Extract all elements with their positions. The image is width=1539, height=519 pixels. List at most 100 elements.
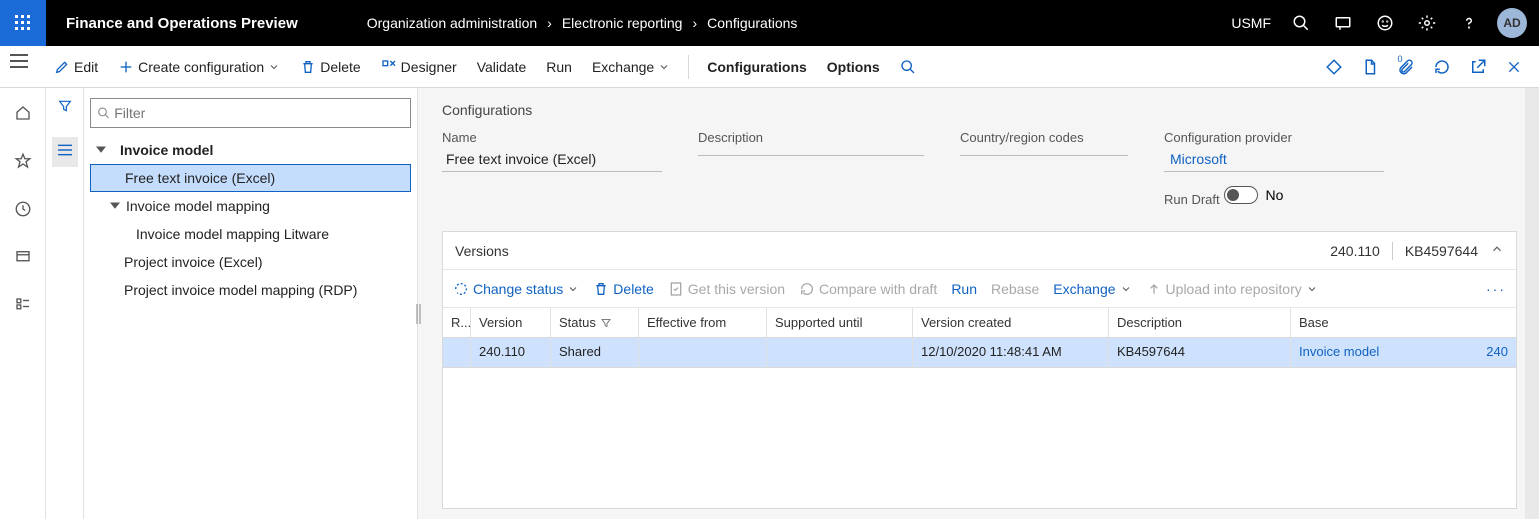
tree-filter-box[interactable] [90,98,411,128]
modules-icon[interactable] [8,290,38,320]
user-avatar[interactable]: AD [1497,8,1527,38]
col-header[interactable]: R... [443,308,471,337]
field-label: Run Draft [1164,192,1220,207]
edit-label: Edit [74,59,98,75]
breadcrumb: Organization administration › Electronic… [367,15,798,31]
breadcrumb-item[interactable]: Electronic reporting [562,15,683,31]
more-icon[interactable]: ··· [1486,281,1506,297]
hamburger-icon[interactable] [10,54,28,71]
workspaces-icon[interactable] [8,242,38,272]
version-delete-button[interactable]: Delete [593,281,653,297]
tree-filter-input[interactable] [114,105,404,121]
refresh-icon[interactable] [1427,52,1457,82]
versions-summary-desc: KB4597644 [1405,243,1478,259]
field-value[interactable]: Free text invoice (Excel) [442,149,662,172]
col-header[interactable]: Version [471,308,551,337]
field-value-link[interactable]: Microsoft [1164,149,1384,172]
breadcrumb-item[interactable]: Organization administration [367,15,537,31]
left-rail [0,88,46,519]
validate-button[interactable]: Validate [471,55,533,79]
label: Run [951,281,977,297]
popout-icon[interactable] [1463,52,1493,82]
label: Change status [473,281,563,297]
messages-icon[interactable] [1323,0,1363,46]
col-header[interactable]: Effective from [639,308,767,337]
waffle-icon[interactable] [0,0,46,46]
designer-label: Designer [401,59,457,75]
field-label: Name [442,130,662,145]
cell: 240.110 [471,338,551,367]
cell-base[interactable]: Invoice model 240 [1291,338,1516,367]
chevron-right-icon: › [692,15,697,31]
tree-node-root[interactable]: Invoice model [90,136,411,164]
create-label: Create configuration [138,59,264,75]
page-icon[interactable] [1355,52,1385,82]
exchange-button[interactable]: Exchange [586,55,676,79]
feedback-icon[interactable] [1365,0,1405,46]
delete-label: Delete [320,59,360,75]
options-button[interactable]: Options [821,55,886,79]
col-header[interactable]: Version created [913,308,1109,337]
field-value[interactable] [698,149,924,156]
attachments-icon[interactable]: 0 [1391,52,1421,82]
tree-node[interactable]: Project invoice model mapping (RDP) [90,276,411,304]
field-provider: Configuration provider Microsoft Run Dra… [1164,130,1384,207]
exchange-label: Exchange [592,59,654,75]
caret-down-icon[interactable] [94,145,108,155]
tree-label: Invoice model [120,142,213,158]
run-draft-toggle[interactable]: No [1224,186,1284,204]
designer-button[interactable]: Designer [375,55,463,79]
chevron-right-icon: › [547,15,552,31]
tree-node[interactable]: Invoice model mapping Litware [90,220,411,248]
settings-icon[interactable] [1407,0,1447,46]
options-label: Options [827,59,880,75]
close-icon[interactable] [1499,52,1529,82]
body: Invoice model Free text invoice (Excel) … [0,88,1539,519]
col-header[interactable]: Status [551,308,639,337]
tree-label: Free text invoice (Excel) [125,170,275,186]
rebase-button: Rebase [991,281,1039,297]
run-button[interactable]: Run [540,55,578,79]
configurations-label: Configurations [707,59,807,75]
field-label: Country/region codes [960,130,1128,145]
create-configuration-button[interactable]: Create configuration [112,55,286,79]
cmdbar-search-icon[interactable] [894,55,922,79]
app-title: Finance and Operations Preview [46,15,318,32]
versions-summary-version: 240.110 [1330,243,1380,259]
delete-button[interactable]: Delete [294,55,366,79]
version-run-button[interactable]: Run [951,281,977,297]
change-status-button[interactable]: Change status [453,281,579,297]
splitter-handle[interactable] [415,304,422,324]
version-exchange-button[interactable]: Exchange [1053,281,1131,297]
caret-down-icon[interactable] [108,201,122,211]
breadcrumb-item[interactable]: Configurations [707,15,797,31]
field-value[interactable] [960,149,1128,156]
configurations-button[interactable]: Configurations [701,55,813,79]
filter-icon[interactable] [57,98,73,119]
label: Get this version [688,281,785,297]
col-header[interactable]: Base [1291,308,1516,337]
toggle-track [1224,186,1258,204]
chevron-up-icon[interactable] [1490,242,1504,259]
favorites-icon[interactable] [8,146,38,176]
recent-icon[interactable] [8,194,38,224]
search-icon[interactable] [1281,0,1321,46]
tree-node[interactable]: Project invoice (Excel) [90,248,411,276]
compare-button: Compare with draft [799,281,937,297]
help-icon[interactable] [1449,0,1489,46]
field-name: Name Free text invoice (Excel) [442,130,662,207]
col-header[interactable]: Description [1109,308,1291,337]
tree-node[interactable]: Invoice model mapping [90,192,411,220]
edit-button[interactable]: Edit [48,55,104,79]
grid-row[interactable]: 240.110 Shared 12/10/2020 11:48:41 AM KB… [443,338,1516,368]
home-icon[interactable] [8,98,38,128]
legal-entity[interactable]: USMF [1231,15,1271,31]
toggle-value: No [1266,187,1284,203]
versions-header[interactable]: Versions 240.110 KB4597644 [443,232,1516,270]
col-header[interactable]: Supported until [767,308,913,337]
list-toggle-icon[interactable] [52,137,78,167]
tree-node-selected[interactable]: Free text invoice (Excel) [90,164,411,192]
diamond-icon[interactable] [1319,52,1349,82]
versions-grid: R... Version Status Effective from Suppo… [443,308,1516,368]
scrollbar[interactable] [1525,88,1539,519]
